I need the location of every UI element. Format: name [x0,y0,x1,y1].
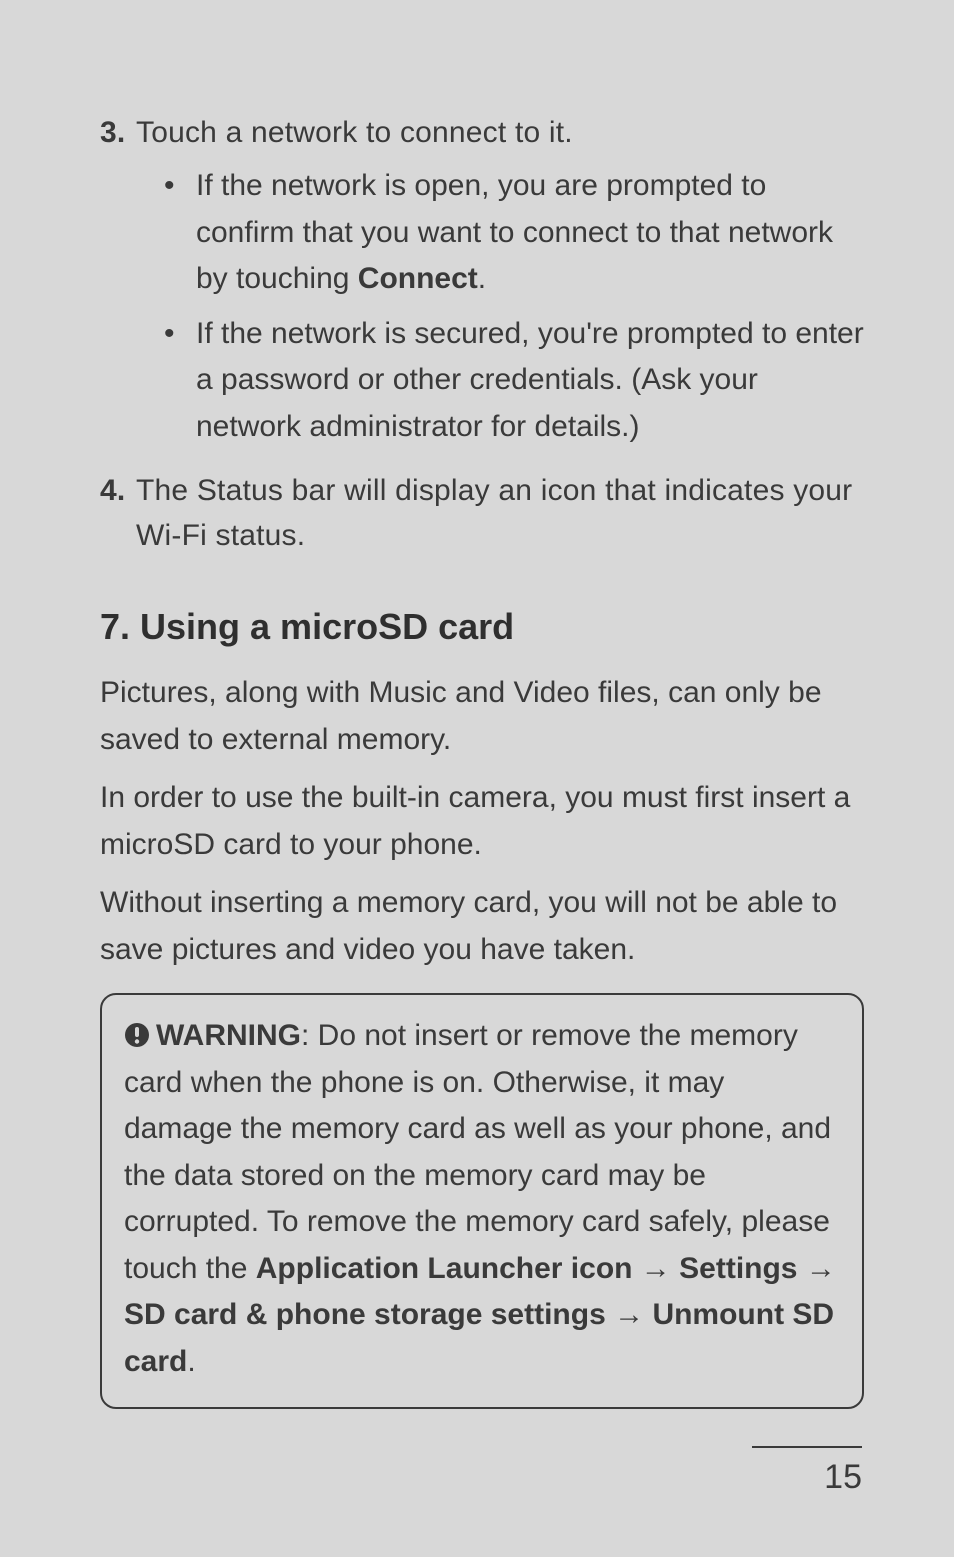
warning-title: WARNING [156,1019,301,1052]
page-number: 15 [752,1458,862,1497]
warning-path-launcher: Application Launcher icon [256,1252,633,1285]
warning-period: . [187,1345,195,1378]
bullet-secured-network: • If the network is secured, you're prom… [164,311,864,451]
step-3-number: 3. [100,110,136,155]
arrow-icon: → [606,1298,653,1331]
step-4-number: 4. [100,468,136,558]
step-4: 4. The Status bar will display an icon t… [100,468,864,558]
warning-icon [124,1022,150,1048]
bullet-open-pre: If the network is open, you are prompted… [196,169,833,295]
connect-label: Connect [358,262,478,295]
section-p2: In order to use the built-in camera, you… [100,775,864,868]
bullet-open-network: • If the network is open, you are prompt… [164,163,864,303]
section-p1: Pictures, along with Music and Video fil… [100,670,864,763]
warning-path-settings: Settings [679,1252,797,1285]
bullet-dot-icon: • [164,311,196,451]
section-p3: Without inserting a memory card, you wil… [100,880,864,973]
bullet-dot-icon: • [164,163,196,303]
warning-path-storage: SD card & phone storage settings [124,1298,606,1331]
step-3-header: 3. Touch a network to connect to it. [100,110,864,155]
arrow-icon: → [632,1252,679,1285]
warning-body-pre: : Do not insert or remove the memory car… [124,1019,831,1285]
step-4-text: The Status bar will display an icon that… [136,468,864,558]
bullet-open-post: . [478,262,486,295]
bullet-open-network-text: If the network is open, you are prompted… [196,163,864,303]
step-3-bullets: • If the network is open, you are prompt… [100,163,864,450]
bullet-secured-text: If the network is secured, you're prompt… [196,311,864,451]
arrow-icon: → [798,1252,836,1285]
page-footer: 15 [752,1446,862,1497]
section-heading-microsd: 7. Using a microSD card [100,606,864,648]
manual-page: 3. Touch a network to connect to it. • I… [0,0,954,1557]
step-4-header: 4. The Status bar will display an icon t… [100,468,864,558]
warning-box: WARNING: Do not insert or remove the mem… [100,993,864,1409]
step-3-text: Touch a network to connect to it. [136,110,573,155]
step-3: 3. Touch a network to connect to it. • I… [100,110,864,450]
footer-rule [752,1446,862,1448]
